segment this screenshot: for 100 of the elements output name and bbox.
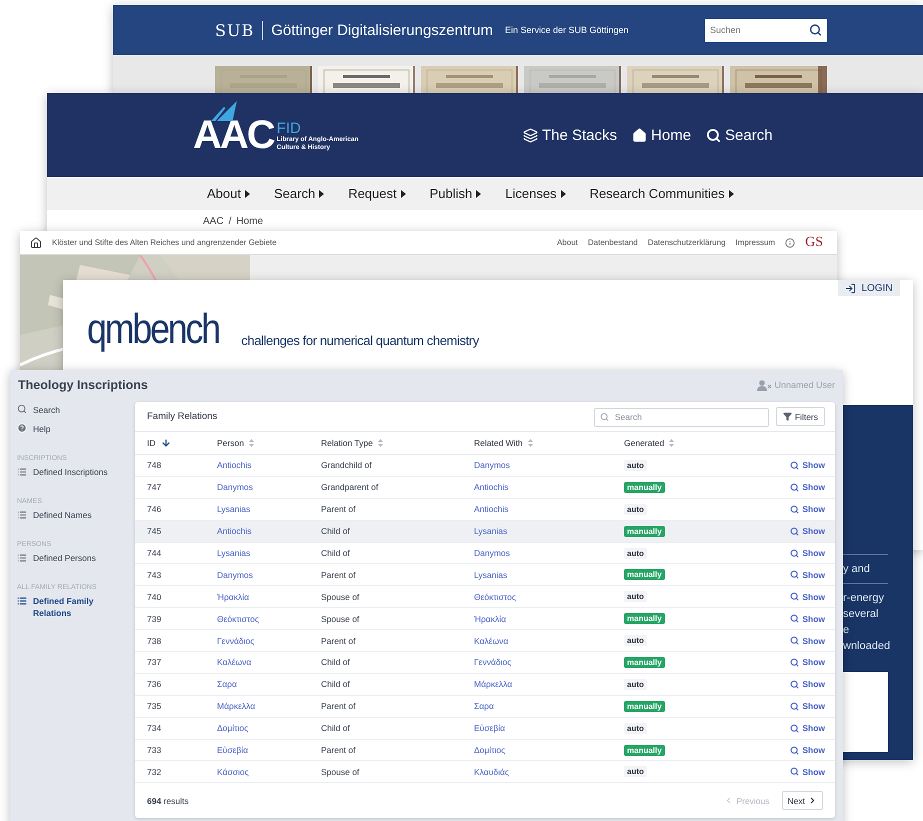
next-button[interactable]: Next — [782, 791, 823, 810]
nav-menu-item[interactable]: About — [207, 186, 250, 201]
show-link[interactable]: Show — [790, 723, 825, 734]
person-link[interactable]: Antiochis — [217, 460, 252, 470]
table-cell-text: 747 — [147, 482, 162, 492]
header-link[interactable]: Search — [706, 126, 773, 144]
table-cell-text: Parent of — [321, 745, 356, 756]
person-link[interactable]: Μάρκελλα — [474, 679, 512, 690]
panel-text: r-energy — [843, 591, 885, 606]
show-link[interactable]: Show — [790, 766, 825, 777]
nav-menu-item[interactable]: Licenses — [505, 186, 566, 201]
sidebar-item[interactable]: Defined Names — [17, 509, 117, 528]
generated-badge: auto — [624, 591, 647, 602]
breadcrumb-link[interactable]: Home — [236, 216, 264, 227]
breadcrumb-link[interactable]: AAC — [203, 216, 224, 227]
show-link[interactable]: Show — [790, 526, 825, 536]
person-link[interactable]: Εὐσεβία — [217, 745, 248, 756]
table-cell-text: Parent of — [321, 504, 356, 514]
header-link[interactable]: The Stacks — [523, 126, 618, 144]
show-link[interactable]: Show — [790, 614, 825, 624]
show-link[interactable]: Show — [790, 460, 825, 470]
column-header[interactable]: Related With — [474, 438, 624, 448]
show-link[interactable]: Show — [790, 636, 825, 646]
search-icon — [809, 24, 822, 36]
generated-badge: auto — [624, 548, 647, 558]
person-link[interactable]: Lysanias — [217, 504, 250, 514]
list-icon — [17, 553, 27, 563]
show-link[interactable]: Show — [790, 548, 825, 558]
generated-badge: manually — [624, 656, 665, 668]
nav-link[interactable]: Datenschutzerklärung — [648, 238, 726, 247]
person-link[interactable]: Καλέωνα — [217, 657, 252, 668]
info-icon[interactable] — [785, 238, 796, 248]
show-link[interactable]: Show — [790, 592, 825, 602]
person-link[interactable]: Danymos — [217, 482, 253, 492]
show-link[interactable]: Show — [790, 504, 825, 514]
sidebar-item[interactable]: Defined Persons — [17, 552, 117, 571]
search-icon — [790, 702, 800, 711]
person-link[interactable]: Antiochis — [474, 482, 508, 492]
person-link[interactable]: Κάσσιος — [217, 766, 249, 777]
person-link[interactable]: Εὐσεβία — [474, 723, 506, 734]
person-link[interactable]: Δομίτιος — [474, 745, 506, 756]
person-link[interactable]: Γεννάδιος — [474, 657, 512, 668]
person-link[interactable]: Δομίτιος — [217, 723, 248, 734]
filters-button[interactable]: Filters — [776, 407, 825, 426]
nav-menu-item[interactable]: Search — [274, 186, 324, 201]
generated-badge: manually — [624, 744, 665, 756]
nav-menu-item[interactable]: Publish — [430, 186, 482, 201]
nav-link[interactable]: About — [556, 238, 578, 247]
home-icon[interactable] — [30, 236, 42, 248]
person-link[interactable]: Καλέωνα — [474, 636, 508, 646]
person-link[interactable]: Ἡρακλία — [217, 592, 250, 602]
person-link[interactable]: Γεννάδιος — [217, 636, 254, 646]
sidebar-item[interactable]: Search — [17, 404, 117, 423]
sidebar-item[interactable]: Defined Inscriptions — [17, 466, 117, 485]
generated-badge: manually — [624, 569, 665, 580]
table-cell-text: Spouse of — [321, 614, 360, 624]
person-link[interactable]: Κλαυδιάς — [474, 766, 509, 777]
nav-link[interactable]: Impressum — [736, 238, 776, 247]
site-title: qmbench — [87, 308, 219, 350]
breadcrumb-separator: / — [228, 216, 232, 227]
person-link[interactable]: Θεόκτιστος — [217, 614, 259, 624]
search-field[interactable]: Search — [594, 408, 769, 426]
nav-menu-item[interactable]: Research Communities — [590, 186, 734, 201]
show-link[interactable]: Show — [790, 701, 825, 712]
generated-badge: manually — [624, 482, 665, 493]
show-link[interactable]: Show — [790, 745, 825, 756]
table-cell-text: Parent of — [321, 701, 356, 712]
person-link[interactable]: Μάρκελλα — [217, 701, 256, 712]
person-link[interactable]: Danymos — [217, 570, 253, 580]
person-link[interactable]: Σαρα — [474, 701, 494, 712]
nav-menu-item[interactable]: Request — [348, 186, 406, 201]
sidebar-item[interactable]: Help — [17, 423, 117, 442]
person-link[interactable]: Antiochis — [217, 526, 252, 536]
person-link[interactable]: Lysanias — [217, 548, 250, 558]
person-link[interactable]: Ἡρακλία — [474, 614, 506, 624]
person-link[interactable]: Lysanias — [474, 570, 508, 580]
column-header[interactable]: ID — [147, 438, 217, 448]
table-cell-text: 740 — [147, 592, 162, 602]
sidebar-item[interactable]: Defined Family Relations — [17, 595, 117, 619]
column-header[interactable]: Relation Type — [321, 438, 474, 448]
user-icon — [757, 380, 774, 390]
person-link[interactable]: Σαρα — [217, 679, 237, 690]
search-icon — [790, 636, 800, 646]
show-link[interactable]: Show — [790, 679, 825, 690]
search-field[interactable]: Suchen — [705, 18, 827, 42]
generated-badge: auto — [624, 678, 647, 690]
person-link[interactable]: Lysanias — [474, 526, 508, 536]
show-link[interactable]: Show — [790, 482, 825, 492]
person-link[interactable]: Antiochis — [474, 504, 508, 514]
person-link[interactable]: Θεόκτιστος — [474, 592, 516, 602]
show-link[interactable]: Show — [790, 570, 825, 580]
show-link[interactable]: Show — [790, 657, 825, 668]
column-header[interactable]: Generated — [624, 438, 765, 448]
header-link[interactable]: Home — [632, 126, 692, 144]
person-link[interactable]: Danymos — [474, 460, 510, 470]
list-icon — [17, 510, 27, 520]
person-link[interactable]: Danymos — [474, 548, 510, 558]
column-header[interactable]: Person — [217, 438, 321, 448]
login-button[interactable]: LOGIN — [838, 280, 900, 296]
nav-link[interactable]: Datenbestand — [588, 238, 638, 247]
